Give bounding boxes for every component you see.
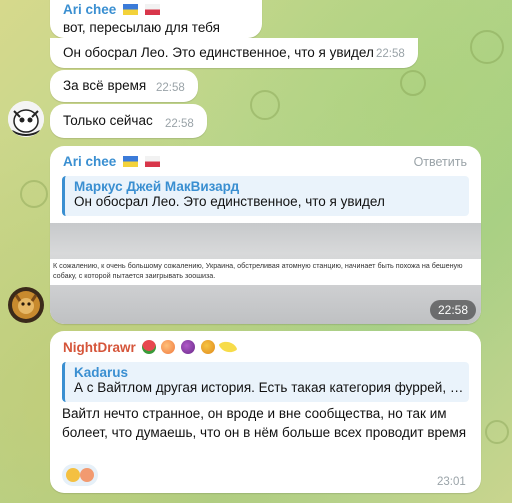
avatar[interactable] bbox=[8, 287, 44, 323]
wallpaper-doodle bbox=[250, 90, 280, 120]
message-bubble[interactable]: Ari chee Ответить Маркус Джей МакВизард … bbox=[50, 146, 481, 324]
grapes-icon bbox=[181, 340, 196, 354]
ukraine-flag-icon bbox=[123, 4, 139, 15]
sender-avatar-image bbox=[8, 287, 44, 323]
message-bubble[interactable]: Ari chee вот, пересылаю для тебя bbox=[50, 0, 262, 38]
wallpaper-doodle bbox=[400, 70, 426, 96]
reply-button[interactable]: Ответить bbox=[414, 155, 467, 169]
message-time: 22:58 bbox=[156, 82, 185, 94]
watermelon-icon bbox=[141, 340, 156, 354]
sender-name[interactable]: Ari chee bbox=[63, 154, 116, 169]
quote-author: Маркус Джей МакВизард bbox=[74, 179, 240, 194]
attached-image[interactable]: К сожалению, к очень большому сожалению,… bbox=[50, 223, 481, 324]
poland-flag-icon bbox=[144, 4, 160, 15]
message-text: Вайтл нечто странное, он вроде и вне соо… bbox=[62, 406, 467, 440]
message-bubble[interactable]: За всё время 22:58 bbox=[50, 70, 198, 102]
sender-name[interactable]: Ari chee bbox=[63, 2, 116, 17]
message-time: 22:58 bbox=[430, 300, 477, 320]
image-caption: К сожалению, к очень большому сожалению,… bbox=[53, 261, 463, 280]
poland-flag-icon bbox=[144, 156, 160, 167]
mango-icon bbox=[200, 340, 215, 354]
banana-icon bbox=[218, 337, 238, 357]
wallpaper-doodle bbox=[20, 180, 48, 208]
message-text: вот, пересылаю для тебя bbox=[63, 20, 220, 35]
quote-author: Kadarus bbox=[74, 365, 129, 380]
message-bubble[interactable]: Он обосрал Лео. Это единственное, что я … bbox=[50, 38, 418, 68]
quote-text: А с Вайтлом другая история. Есть такая к… bbox=[74, 380, 469, 395]
message-time: 22:58 bbox=[165, 118, 194, 130]
reply-quote[interactable]: Маркус Джей МакВизард Он обосрал Лео. Эт… bbox=[62, 176, 469, 216]
message-bubble[interactable]: Только сейчас 22:58 bbox=[50, 104, 207, 138]
sender-name[interactable]: NightDrawr bbox=[63, 340, 136, 355]
peach-icon bbox=[161, 340, 176, 354]
message-text: За всё время bbox=[63, 78, 147, 93]
message-time: 23:01 bbox=[437, 476, 466, 488]
message-bubble[interactable]: NightDrawr Kadarus А с Вайтлом другая ис… bbox=[50, 331, 481, 493]
peach-icon bbox=[80, 468, 94, 482]
quote-text: Он обосрал Лео. Это единственное, что я … bbox=[74, 194, 385, 209]
avatar[interactable] bbox=[8, 101, 44, 137]
wallpaper-doodle bbox=[470, 30, 504, 64]
message-time: 22:58 bbox=[376, 48, 405, 60]
thumbs-up-icon bbox=[66, 468, 80, 482]
wallpaper-doodle bbox=[485, 420, 509, 444]
message-text: Он обосрал Лео. Это единственное, что я … bbox=[63, 45, 374, 60]
reaction-badge[interactable] bbox=[62, 464, 98, 486]
reply-quote[interactable]: Kadarus А с Вайтлом другая история. Есть… bbox=[62, 362, 469, 402]
ukraine-flag-icon bbox=[123, 156, 139, 167]
sender-avatar-image bbox=[8, 101, 44, 137]
message-text: Только сейчас bbox=[63, 113, 153, 128]
